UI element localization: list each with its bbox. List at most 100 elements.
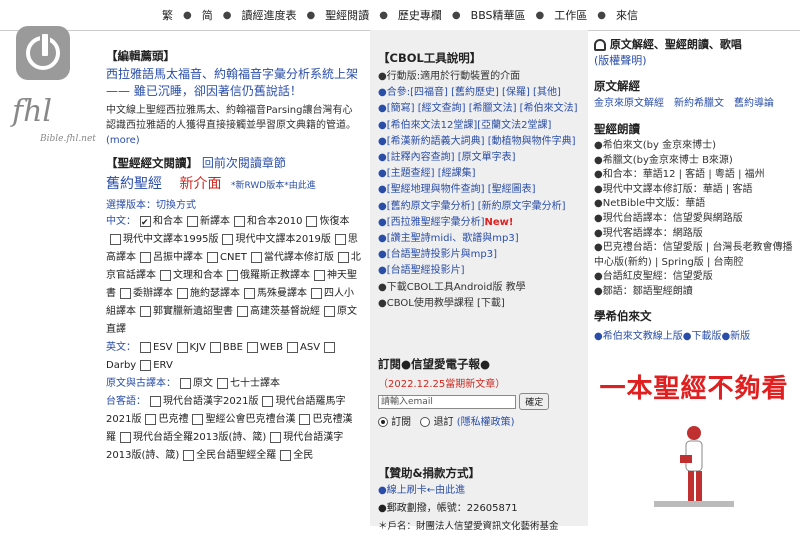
fhl-logo[interactable]: fhl Bible.fhl.net (10, 22, 96, 148)
toggle-mode-link[interactable]: 切換方式 (156, 200, 196, 211)
confirm-button[interactable]: 確定 (519, 393, 550, 411)
version-checkbox[interactable] (160, 269, 171, 281)
version-checkbox[interactable] (227, 269, 238, 281)
copyright-link[interactable]: (版權聲明) (594, 54, 647, 67)
cbol-link[interactable]: ●[主題查經] [經課集] (378, 168, 476, 179)
version-checkbox[interactable] (337, 251, 349, 263)
version-checkbox[interactable] (324, 341, 336, 353)
version-label: 選擇版本： (106, 200, 156, 211)
version-checkbox[interactable] (234, 215, 245, 227)
cbol-link[interactable]: ●[希伯來文法12堂課][亞蘭文法2堂課] (378, 120, 551, 131)
old-testament-link[interactable]: 舊約聖經 (106, 176, 162, 192)
version-checkbox[interactable] (207, 251, 218, 263)
version-checkbox[interactable] (150, 395, 161, 407)
logo-text: fhl (12, 94, 53, 129)
previous-chapter-link[interactable]: 回前次閱讀章節 (202, 156, 286, 170)
version-checkbox[interactable] (140, 341, 151, 353)
version-checkbox[interactable] (110, 233, 121, 245)
version-checkbox[interactable] (270, 431, 282, 443)
version-checkbox[interactable] (246, 341, 258, 353)
version-checkbox[interactable] (237, 305, 248, 317)
nav-item[interactable]: 來信 (606, 7, 648, 23)
version-group-label: 台客語： (106, 396, 146, 407)
version-checkbox[interactable] (140, 305, 151, 317)
version-checkbox[interactable] (222, 233, 234, 245)
cbol-link[interactable]: ●CBOL使用教學課程 [下載] (378, 298, 505, 309)
cbol-link[interactable]: ●[聖經地理與物件查詢] [聖經圖表] (378, 184, 536, 195)
version-label: 當代譯本修訂版 (263, 252, 334, 263)
postal-account: ●郵政劃撥，帳號：22605871 (378, 503, 518, 515)
headline-link[interactable]: 西拉雅語馬太福音、約翰福音字彙分析系統上架—— 雖已沉睡，卻因著信仍舊說話！ (106, 67, 358, 98)
version-label: KJV (189, 342, 206, 353)
reading-item[interactable]: ●現代台語譯本：信望愛與網路版 (594, 213, 743, 224)
reading-item[interactable]: ●現代中文譯本修訂版：華語 | 客語 (594, 184, 752, 195)
version-checkbox[interactable] (183, 449, 195, 461)
nav-item[interactable]: 聖經閱讀 (315, 7, 379, 23)
version-checkbox[interactable] (262, 395, 274, 407)
reading-item[interactable]: ●NetBible中文版：華語 (594, 198, 705, 209)
version-checkbox[interactable] (120, 287, 131, 299)
version-checkbox[interactable] (145, 413, 157, 425)
version-checkbox[interactable] (176, 341, 188, 353)
unsubscribe-radio[interactable] (420, 417, 431, 428)
reading-item[interactable]: ●巴克禮台語：信望愛版 | 台灣長老教會傳播中心版(新約) | Spring版 … (594, 242, 792, 268)
reading-item[interactable]: ●希伯來文(by 金京來博士) (594, 140, 716, 151)
version-checkbox[interactable] (311, 287, 322, 299)
cbol-link[interactable]: ●下載CBOL工具Android版 教學 (378, 282, 526, 293)
version-checkbox[interactable] (306, 215, 318, 227)
version-checkbox[interactable] (192, 413, 204, 425)
cbol-link[interactable]: ●[西拉雅聖經字彙分析] (378, 217, 485, 228)
reading-item[interactable]: ●現代客語譯本：網路版 (594, 228, 703, 239)
version-checkbox[interactable] (187, 215, 198, 227)
donate-online-link[interactable]: ●線上刷卡←由此進 (378, 485, 465, 496)
version-checkbox[interactable] (120, 431, 131, 443)
nav-item[interactable]: 歷史專欄 (388, 7, 452, 23)
banner-text[interactable]: 一本聖經不夠看 (599, 374, 788, 404)
cbol-link[interactable]: ●[讚主聖詩midi、歌譜與mp3] (378, 233, 519, 244)
cbol-link[interactable]: ●[台語聖詩投影片與mp3] (378, 249, 497, 260)
version-checkbox[interactable] (244, 287, 255, 299)
cbol-link[interactable]: ●[台語聖經投影片] (378, 265, 465, 276)
reading-item[interactable]: ●台語紅皮聖經：信望愛版 (594, 271, 713, 282)
cbol-link[interactable]: ●行動版:適用於行動裝置的介面 (378, 71, 520, 82)
version-checkbox[interactable] (140, 251, 151, 263)
version-checkbox[interactable] (287, 341, 298, 353)
version-checkbox[interactable] (280, 449, 292, 461)
reading-item[interactable]: ●希臘文(by金京來博士 B來源) (594, 155, 733, 166)
version-checkbox[interactable] (177, 287, 188, 299)
privacy-link[interactable]: (隱私權政策) (457, 417, 515, 428)
rwd-link[interactable]: *新RWD版本*由此進 (231, 181, 316, 191)
version-label: 七十士譯本 (230, 378, 280, 389)
cbol-link[interactable]: ●[希漢新約語義大詞典] [動植物與物件字典] (378, 136, 576, 147)
exegesis-links[interactable]: 金京來原文解經 新約希臘文 舊約導論 (594, 98, 774, 109)
email-input[interactable]: 請輸入email (378, 394, 516, 409)
cbol-links: ●行動版:適用於行動裝置的介面 ●合參:[四福音] [舊約歷史] [保羅] [其他… (378, 69, 582, 312)
version-checkbox[interactable] (180, 377, 191, 389)
reading-item[interactable]: ●鄒語：鄒語聖經朗讀 (594, 286, 693, 297)
version-label: 委辦譯本 (133, 288, 173, 299)
version-checkbox[interactable] (324, 305, 335, 317)
version-checkbox[interactable] (299, 413, 311, 425)
nav-item[interactable]: 讀經進度表 (231, 7, 306, 23)
hebrew-links[interactable]: ●希伯來文教線上版●下載版●新版 (594, 331, 750, 342)
reading-item[interactable]: ●和合本：華語12 | 客語 | 粵語 | 福州 (594, 169, 765, 180)
cbol-link[interactable]: ●[簡寫] [經文查詢] [希臘文法] [希伯來文法] (378, 103, 577, 114)
version-label: 郭實臘新遺詔聖書 (153, 306, 233, 317)
more-link[interactable]: (more) (106, 135, 140, 146)
cbol-link[interactable]: ●[舊約原文字彙分析] [新約原文字彙分析] (378, 201, 566, 212)
version-checkbox[interactable] (140, 359, 152, 371)
subscribe-radio[interactable] (378, 417, 388, 428)
new-interface-link[interactable]: 新介面 (180, 176, 222, 192)
nav-item[interactable]: BBS精華區 (461, 7, 536, 23)
nav-item[interactable]: 工作區 (544, 7, 597, 23)
version-checkbox[interactable] (217, 377, 228, 389)
version-checkbox[interactable] (314, 269, 325, 281)
cbol-link[interactable]: ●合參:[四福音] [舊約歷史] [保羅] [其他] (378, 87, 561, 98)
version-checkbox[interactable] (250, 251, 262, 263)
version-checkbox[interactable] (140, 214, 151, 232)
nav-item[interactable]: 简 (192, 7, 223, 23)
version-checkbox[interactable] (209, 341, 221, 353)
nav-item[interactable]: 繁 (152, 7, 183, 23)
cbol-link[interactable]: ●[註釋內容查詢] [原文單字表] (378, 152, 516, 163)
version-checkbox[interactable] (334, 233, 346, 245)
